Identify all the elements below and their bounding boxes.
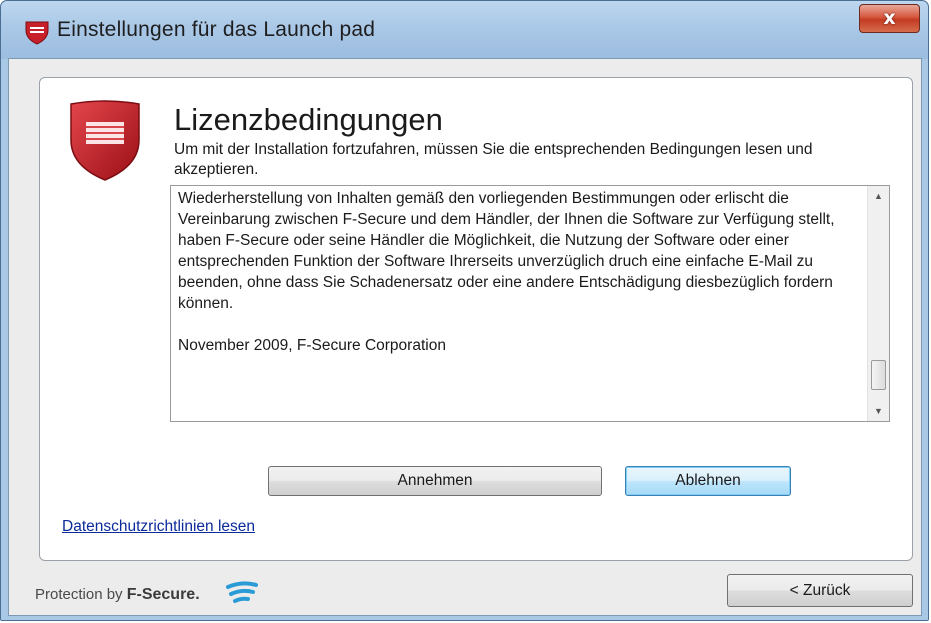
content-panel: Lizenzbedingungen Um mit der Installatio…: [39, 77, 913, 561]
license-text: Wiederherstellung von Inhalten gemäß den…: [178, 190, 835, 354]
back-button[interactable]: < Zurück: [727, 574, 913, 607]
f-secure-logo-icon: [226, 581, 258, 603]
window-title: Einstellungen für das Launch pad: [57, 18, 376, 41]
scroll-thumb[interactable]: [871, 360, 886, 390]
settings-dialog: Einstellungen für das Launch pad x Lizen…: [0, 0, 929, 621]
close-button[interactable]: x: [859, 4, 920, 33]
brand-footer: Protection by F-Secure.: [35, 586, 200, 604]
brand-prefix: Protection by: [35, 586, 123, 603]
privacy-policy-link[interactable]: Datenschutzrichtlinien lesen: [62, 518, 255, 536]
f-secure-shield-icon: [25, 21, 49, 45]
license-scrollbar[interactable]: ▲ ▼: [867, 186, 889, 421]
close-icon: x: [883, 7, 896, 29]
f-secure-shield-icon: [70, 100, 140, 181]
license-textbox[interactable]: Wiederherstellung von Inhalten gemäß den…: [170, 185, 890, 422]
brand-name: F-Secure.: [126, 586, 200, 603]
scroll-down-arrow-icon[interactable]: ▼: [868, 401, 889, 421]
title-bar[interactable]: Einstellungen für das Launch pad x: [1, 1, 928, 59]
page-title: Lizenzbedingungen: [174, 102, 443, 137]
scroll-up-arrow-icon[interactable]: ▲: [868, 186, 889, 206]
page-description: Um mit der Installation fortzufahren, mü…: [174, 141, 813, 178]
dialog-body: Lizenzbedingungen Um mit der Installatio…: [8, 58, 922, 616]
accept-button[interactable]: Annehmen: [268, 466, 602, 496]
decline-button[interactable]: Ablehnen: [625, 466, 791, 496]
